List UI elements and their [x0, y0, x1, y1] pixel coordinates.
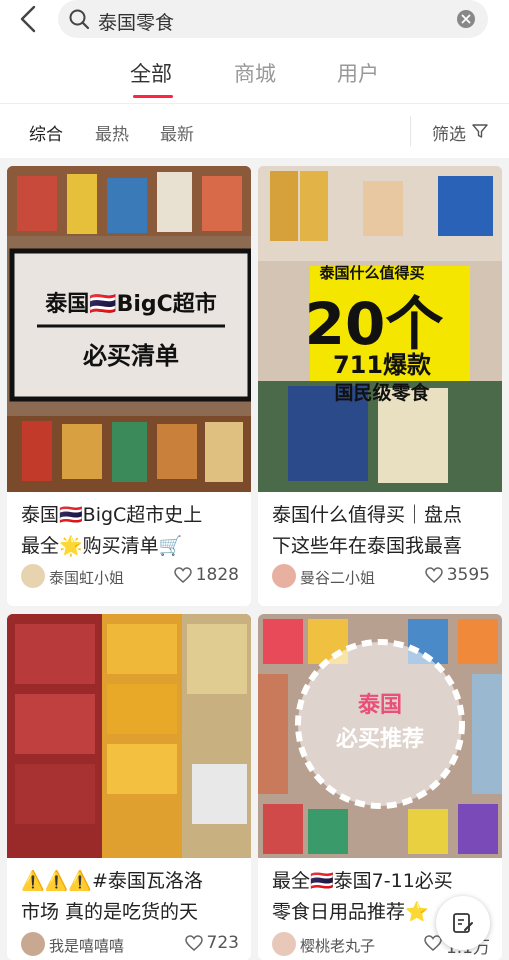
author-name[interactable]: 樱桃老丸子 — [300, 935, 375, 956]
cover-text: 711爆款 — [333, 351, 432, 379]
note-card[interactable]: ⚠️⚠️⚠️#泰国瓦洛洛 市场 真的是吃货的天 我是嘻嘻嘻 723 — [7, 614, 251, 960]
note-title: ⚠️⚠️⚠️#泰国瓦洛洛 市场 真的是吃货的天 — [21, 870, 203, 923]
top-bar: 泰国零食 — [0, 0, 509, 40]
tab-all[interactable]: 全部 — [130, 58, 172, 88]
cover-text: 国民级零食 — [334, 381, 430, 404]
cover-text: 必买清单 — [83, 342, 179, 370]
author-name[interactable]: 曼谷二小姐 — [300, 567, 375, 588]
cover-text: 泰国什么值得买 — [318, 264, 424, 282]
avatar[interactable] — [21, 932, 45, 956]
result-tabs: 全部 商城 用户 — [0, 40, 509, 103]
search-icon — [68, 8, 90, 34]
note-cover-image — [7, 614, 251, 858]
edit-icon — [453, 913, 473, 933]
like-count[interactable]: 723 — [184, 933, 239, 953]
divider — [410, 116, 411, 146]
back-icon[interactable] — [14, 4, 44, 34]
note-author-row: 我是嘻嘻嘻 723 — [21, 932, 243, 960]
search-query: 泰国零食 — [98, 12, 175, 34]
clear-icon[interactable] — [456, 9, 476, 33]
cover-text: 20个 — [305, 290, 444, 358]
tab-mall[interactable]: 商城 — [234, 58, 276, 88]
heart-icon — [184, 935, 203, 951]
cover-text: 泰国🇹🇭BigC超市 — [44, 291, 217, 317]
like-count[interactable]: 3595 — [424, 565, 490, 585]
avatar[interactable] — [272, 564, 296, 588]
cover-text: 泰国 — [357, 693, 402, 718]
note-author-row: 曼谷二小姐 3595 — [272, 564, 494, 592]
avatar[interactable] — [21, 564, 45, 588]
search-input[interactable]: 泰国零食 — [58, 0, 488, 38]
note-card[interactable]: 泰国🇹🇭BigC超市 必买清单 泰国🇹🇭BigC超市史上 最全🌟购买清单🛒 泰国… — [7, 166, 251, 606]
like-count[interactable]: 1828 — [173, 565, 239, 585]
cover-text: 必买推荐 — [336, 726, 424, 752]
heart-icon — [173, 567, 192, 583]
note-title: 泰国什么值得买｜盘点 下这些年在泰国我最喜 — [272, 504, 463, 557]
sort-newest[interactable]: 最新 — [160, 120, 194, 145]
note-cover-image: 泰国 必买推荐 — [258, 614, 502, 858]
sort-bar: 综合 最热 最新 筛选 — [0, 103, 509, 158]
author-name[interactable]: 我是嘻嘻嘻 — [49, 935, 124, 956]
heart-icon — [424, 567, 443, 583]
note-title: 泰国🇹🇭BigC超市史上 最全🌟购买清单🛒 — [21, 504, 203, 557]
note-card[interactable]: 泰国什么值得买 20个 711爆款 国民级零食 泰国什么值得买｜盘点 下这些年在… — [258, 166, 502, 606]
author-name[interactable]: 泰国虹小姐 — [49, 567, 124, 588]
compose-button[interactable] — [436, 896, 490, 950]
filter-button[interactable]: 筛选 — [432, 120, 488, 145]
avatar[interactable] — [272, 932, 296, 956]
filter-label: 筛选 — [432, 125, 466, 145]
sort-comprehensive[interactable]: 综合 — [29, 120, 63, 145]
note-author-row: 泰国虹小姐 1828 — [21, 564, 243, 592]
tab-users[interactable]: 用户 — [337, 58, 379, 88]
tab-active-indicator — [133, 95, 173, 98]
note-cover-image: 泰国什么值得买 20个 711爆款 国民级零食 — [258, 166, 502, 492]
note-cover-image: 泰国🇹🇭BigC超市 必买清单 — [7, 166, 251, 492]
sort-hottest[interactable]: 最热 — [95, 120, 129, 145]
filter-icon — [472, 124, 488, 138]
